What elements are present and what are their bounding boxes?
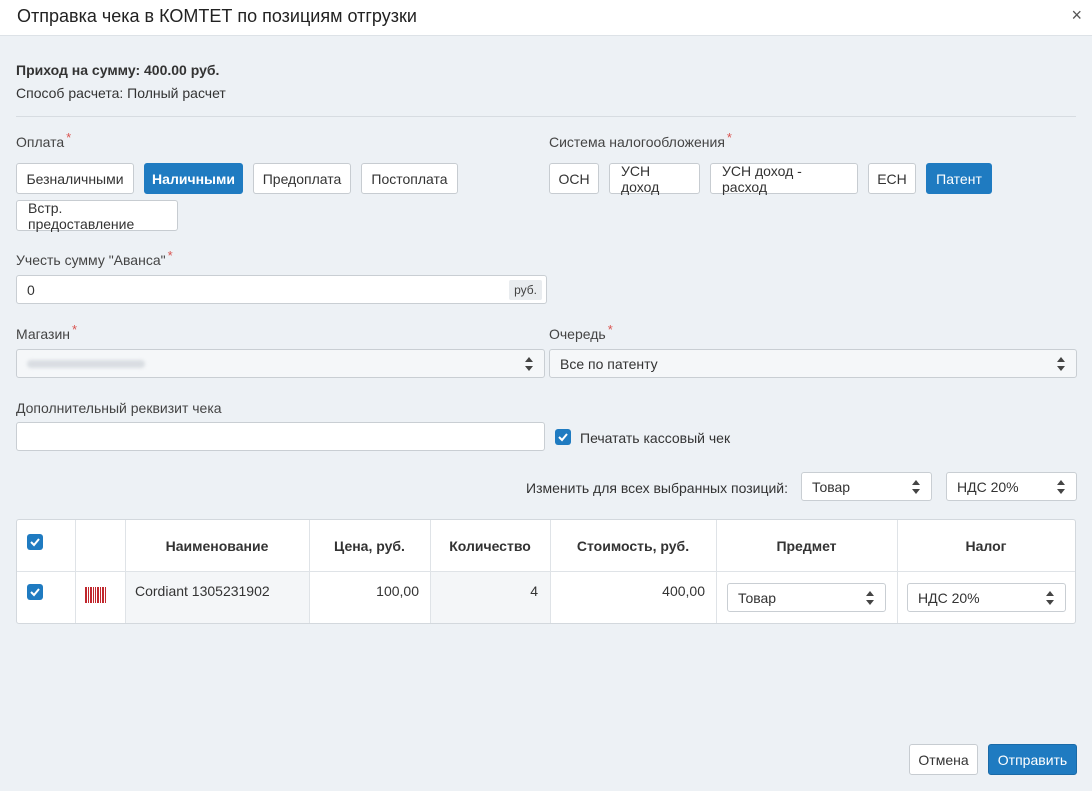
payment-noncash-button[interactable]: Безналичными (16, 163, 134, 194)
sort-arrows-icon (1057, 357, 1065, 371)
header-subject[interactable]: Предмет (716, 520, 897, 571)
sort-arrows-icon (866, 591, 874, 605)
cancel-button[interactable]: Отмена (909, 744, 978, 775)
print-receipt-label: Печатать кассовый чек (580, 430, 731, 446)
sort-arrows-icon (525, 357, 533, 371)
barcode-icon[interactable] (85, 587, 107, 603)
bulk-tax-select[interactable]: НДС 20% (946, 472, 1077, 501)
dialog-header: Отправка чека в КОМТЕТ по позициям отгру… (0, 0, 1092, 36)
sort-arrows-icon (912, 480, 920, 494)
dialog-title: Отправка чека в КОМТЕТ по позициям отгру… (17, 6, 417, 26)
payment-counter-provision-button[interactable]: Встр. предоставление (16, 200, 178, 232)
bulk-change-label: Изменить для всех выбранных позиций: (526, 480, 789, 496)
check-icon (30, 588, 40, 597)
income-summary: Приход на сумму: 400.00 руб. (16, 62, 220, 78)
queue-value: Все по патенту (560, 355, 658, 372)
payment-method-summary: Способ расчета: Полный расчет (16, 85, 226, 101)
tax-usn-income-button[interactable]: УСН доход (609, 163, 700, 195)
header-price[interactable]: Цена, руб. (309, 520, 430, 571)
header-cost[interactable]: Стоимость, руб. (550, 520, 716, 571)
payment-label: Оплата * (16, 130, 72, 150)
divider (16, 116, 1076, 117)
row-tax-select[interactable]: НДС 20% (907, 583, 1066, 612)
positions-table: Наименование Цена, руб. Количество Стоим… (16, 519, 1076, 624)
print-receipt-checkbox[interactable] (555, 429, 571, 445)
extra-requisite-label: Дополнительный реквизит чека (16, 400, 222, 416)
submit-button[interactable]: Отправить (988, 744, 1077, 775)
queue-label: Очередь * (549, 322, 613, 342)
tax-esn-button[interactable]: ЕСН (868, 163, 916, 194)
select-all-checkbox[interactable] (27, 534, 43, 550)
queue-select[interactable]: Все по патенту (549, 349, 1077, 378)
advance-input[interactable]: 0 руб. (16, 275, 547, 304)
row-subject-select[interactable]: Товар (727, 583, 886, 612)
sort-arrows-icon (1046, 591, 1054, 605)
payment-prepay-button[interactable]: Предоплата (253, 163, 351, 194)
close-icon[interactable]: × (1071, 5, 1082, 26)
payment-cash-button[interactable]: Наличными (144, 163, 243, 194)
store-select[interactable] (16, 349, 545, 378)
check-icon (558, 433, 568, 442)
cell-quantity: 4 (530, 583, 538, 599)
tax-patent-button[interactable]: Патент (926, 163, 992, 194)
store-label: Магазин * (16, 322, 78, 342)
cell-cost: 400,00 (662, 583, 705, 599)
check-icon (30, 538, 40, 547)
sort-arrows-icon (1057, 480, 1065, 494)
advance-value: 0 (27, 281, 35, 298)
tax-usn-income-expense-button[interactable]: УСН доход - расход (710, 163, 858, 195)
cell-price: 100,00 (376, 583, 419, 599)
advance-label: Учесть сумму "Аванса" * (16, 248, 173, 268)
header-tax[interactable]: Налог (897, 520, 1075, 571)
header-name[interactable]: Наименование (125, 520, 309, 571)
tax-system-label: Система налогообложения * (549, 130, 732, 150)
advance-unit: руб. (509, 280, 542, 300)
store-value-redacted (27, 359, 145, 368)
cell-name: Cordiant 1305231902 (135, 583, 270, 599)
header-quantity[interactable]: Количество (430, 520, 550, 571)
extra-requisite-input[interactable] (16, 422, 545, 451)
row-checkbox[interactable] (27, 584, 43, 600)
bulk-subject-select[interactable]: Товар (801, 472, 932, 501)
tax-osn-button[interactable]: ОСН (549, 163, 599, 194)
payment-postpay-button[interactable]: Постоплата (361, 163, 458, 194)
